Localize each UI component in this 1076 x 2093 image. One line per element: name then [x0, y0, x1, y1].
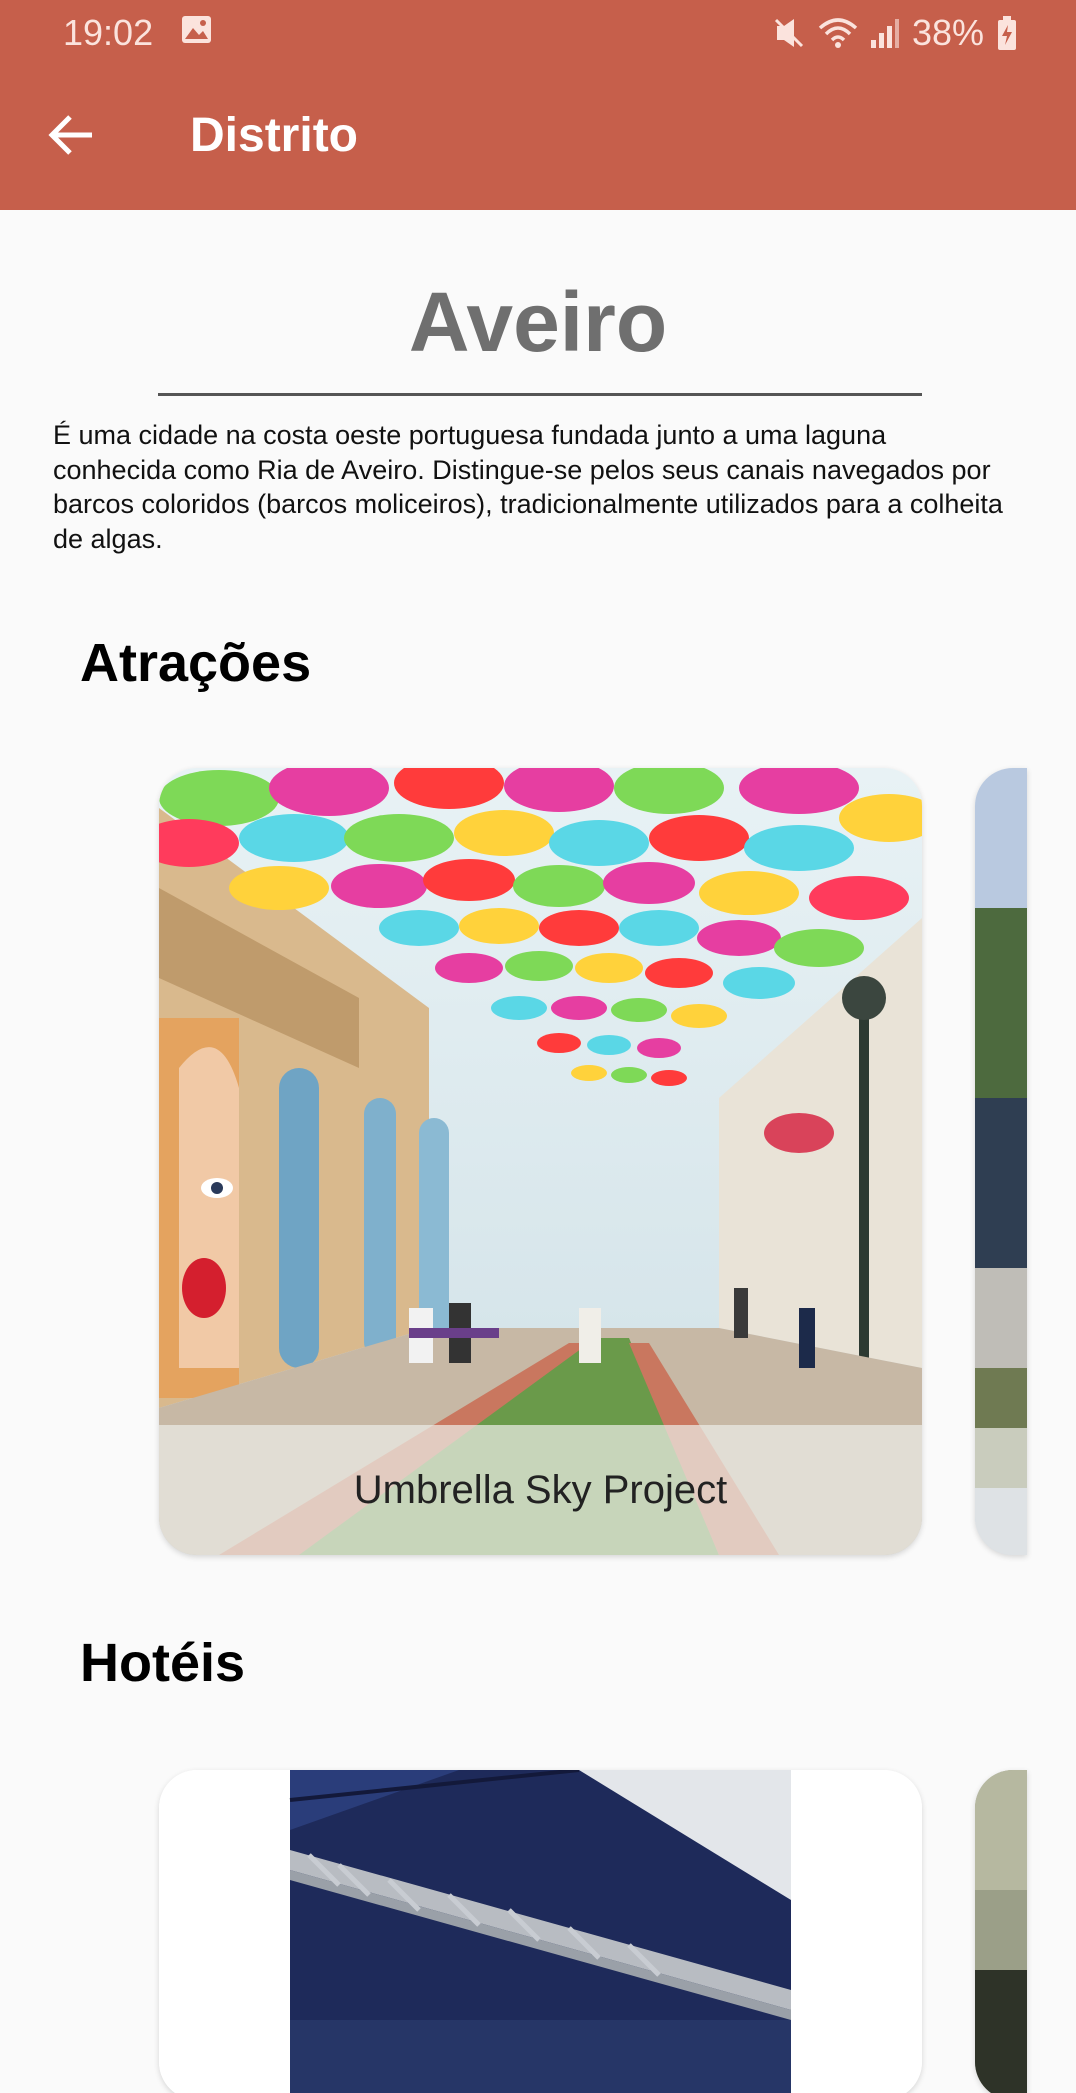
attraction-card-caption: Umbrella Sky Project	[159, 1425, 922, 1555]
battery-charging-icon	[998, 16, 1016, 50]
app-bar: Distrito	[0, 62, 1076, 210]
attractions-heading: Atrações	[80, 633, 312, 693]
hotel-card-next[interactable]	[975, 1770, 1027, 2093]
attraction-card-next[interactable]	[975, 768, 1027, 1555]
district-name: Aveiro	[408, 275, 668, 369]
hotel-photo	[159, 1770, 922, 2093]
app-bar-title: Distrito	[190, 109, 358, 162]
status-icons: 38%	[772, 12, 1018, 54]
district-description: É uma cidade na costa oeste portuguesa f…	[53, 420, 1003, 554]
status-time: 19:02	[63, 12, 154, 53]
image-icon	[182, 16, 211, 43]
mute-icon	[774, 18, 803, 48]
signal-icon	[870, 19, 899, 48]
attraction-card[interactable]: Umbrella Sky Project	[159, 768, 922, 1555]
wifi-icon	[818, 18, 858, 48]
attraction-next-photo	[975, 768, 1027, 1555]
hotel-card[interactable]	[159, 1770, 922, 2093]
battery-percent: 38%	[911, 12, 984, 53]
status-bar: 19:02 38%	[0, 0, 1076, 62]
arrow-back-icon[interactable]	[44, 107, 100, 163]
hotel-next-photo	[975, 1770, 1027, 2093]
title-divider	[158, 393, 922, 396]
hotels-heading: Hotéis	[80, 1633, 246, 1693]
